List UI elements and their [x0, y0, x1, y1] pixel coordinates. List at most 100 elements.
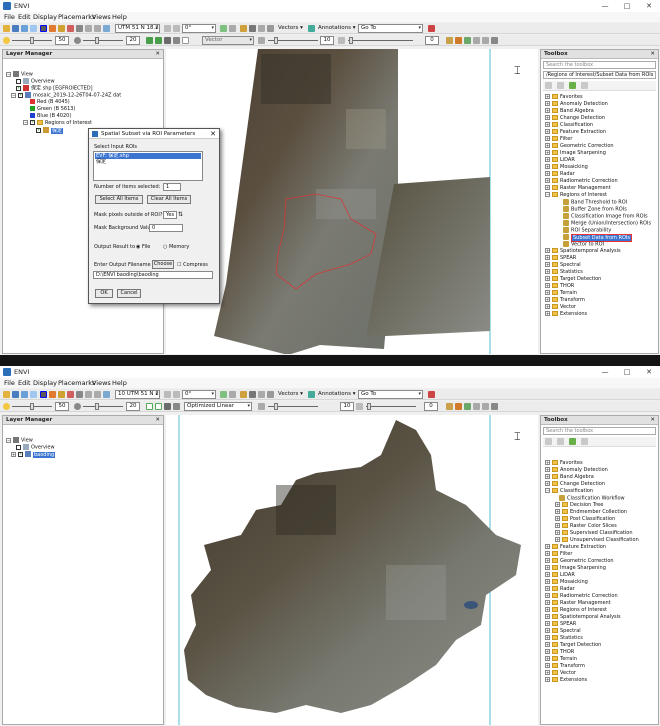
menu-edit[interactable]: Edit	[18, 13, 31, 21]
data-manager-icon[interactable]	[21, 25, 28, 32]
output-file-radio[interactable]: ◉ File	[136, 244, 150, 250]
toolbox-close-icon[interactable]: ✕	[650, 416, 655, 425]
zoom-icon[interactable]	[76, 25, 83, 32]
toolbox-item[interactable]: + Vector	[545, 304, 576, 311]
open-icon[interactable]	[3, 391, 10, 398]
toolbox-item[interactable]: + Image Sharpening	[545, 565, 606, 572]
select-icon[interactable]	[40, 391, 47, 398]
toolbox-item[interactable]: + Radar	[545, 171, 575, 178]
maximize-button[interactable]: □	[616, 366, 638, 378]
zoom-out-icon[interactable]	[94, 391, 101, 398]
contrast-slider[interactable]	[83, 406, 123, 407]
image-view-top[interactable]	[166, 49, 538, 354]
toolbox-item[interactable]: + Radiometric Correction	[545, 178, 618, 185]
annotation-icon[interactable]	[308, 25, 315, 32]
fly-icon[interactable]	[58, 391, 65, 398]
open-icon[interactable]	[3, 25, 10, 32]
data-manager-icon[interactable]	[21, 391, 28, 398]
rotation-select[interactable]: 0° ▾	[182, 390, 216, 399]
annotation-icon[interactable]	[308, 391, 315, 398]
menu-display[interactable]: Display	[33, 379, 57, 387]
toolbox-item[interactable]: + Band Algebra	[545, 108, 594, 115]
toolbox-item[interactable]: + Image Sharpening	[545, 150, 606, 157]
transparency-slider-knob[interactable]	[349, 37, 353, 44]
toolbox-item[interactable]: + Transform	[545, 663, 585, 670]
toolbox-item[interactable]: + Raster Management	[545, 600, 611, 607]
toolbox-search-input[interactable]: Search the toolbox	[543, 427, 656, 435]
dialog-close-icon[interactable]: ✕	[210, 129, 216, 139]
swipe-icon[interactable]	[473, 37, 480, 44]
toolbox-item[interactable]: + Post Classification	[555, 516, 615, 523]
toolbox-item[interactable]: + Classification	[545, 122, 593, 129]
band-red[interactable]: Red (B 4045)	[30, 99, 70, 106]
toolbox-item[interactable]: + Feature Extraction	[545, 544, 606, 551]
toolbox-item[interactable]: + Spectral	[545, 628, 581, 635]
toolbox-item[interactable]: + Unsupervised Classification	[555, 537, 639, 544]
toolbox-item[interactable]: + LiDAR	[545, 157, 575, 164]
brightness-slider-knob[interactable]	[30, 403, 34, 410]
chart-icon-2[interactable]	[455, 403, 462, 410]
contrast-value[interactable]: 20	[126, 36, 140, 45]
toolbox-run-icon[interactable]	[569, 82, 576, 89]
toolbox-item[interactable]: + Spectral	[545, 262, 581, 269]
goto-field[interactable]: Go To ▾	[358, 390, 423, 399]
measure-icon[interactable]	[249, 25, 256, 32]
roi-icon[interactable]	[240, 25, 247, 32]
transparency-slider-knob[interactable]	[367, 403, 371, 410]
layer-icon[interactable]	[30, 391, 37, 398]
minimize-button[interactable]: —	[594, 366, 616, 378]
toolbox-item[interactable]: + Supervised Classification	[555, 530, 633, 537]
ok-button[interactable]: OK	[95, 289, 113, 298]
toolbox-item[interactable]: + Target Detection	[545, 276, 601, 283]
rotate-left-icon[interactable]	[164, 25, 171, 32]
rotate-right-icon[interactable]	[173, 391, 180, 398]
toolbox-item[interactable]: + Anomaly Detection	[545, 101, 608, 108]
rotation-select[interactable]: 0° ▾	[182, 24, 216, 33]
stretch-icon[interactable]	[146, 37, 153, 44]
annotations-menu[interactable]: Annotations ▾	[318, 25, 356, 31]
menu-placemarks[interactable]: Placemarks	[58, 13, 95, 21]
toolbox-forward-icon[interactable]	[557, 438, 564, 445]
transparency-value[interactable]: 0	[425, 36, 439, 45]
sharpen-value[interactable]: 10	[340, 402, 354, 411]
toolbox-item[interactable]: + THOR	[545, 283, 574, 290]
toolbox-item[interactable]: + Change Detection	[545, 481, 605, 488]
output-memory-radio[interactable]: ○ Memory	[163, 244, 189, 250]
close-icon[interactable]: ✕	[155, 50, 160, 59]
chart-icon[interactable]	[446, 403, 453, 410]
fly-icon[interactable]	[58, 25, 65, 32]
grid-icon[interactable]	[182, 37, 189, 44]
brightness-value[interactable]: 50	[55, 36, 69, 45]
roi-icon[interactable]	[240, 391, 247, 398]
roi-list-item-evf[interactable]: EVF: 保定.shp	[95, 153, 201, 159]
close-icon[interactable]: ✕	[155, 416, 160, 425]
toolbox-item[interactable]: + Statistics	[545, 635, 583, 642]
filename-field[interactable]: D:\ENVI baoding\baoding	[93, 271, 213, 279]
portal-icon[interactable]	[258, 25, 265, 32]
projection-select[interactable]: UTM 51 N 18.2 ▾	[115, 24, 160, 33]
toolbox-item[interactable]: + Decision Tree	[555, 502, 603, 509]
stretch-icon-2[interactable]	[155, 37, 162, 44]
toggle-arrows-icon[interactable]: ⇅	[178, 211, 183, 218]
cursor-icon[interactable]	[229, 391, 236, 398]
rotate-right-icon[interactable]	[173, 25, 180, 32]
zoom-out-icon[interactable]	[94, 25, 101, 32]
sharpen-slider-knob[interactable]	[274, 403, 278, 410]
blend-icon[interactable]	[491, 403, 498, 410]
swipe-icon[interactable]	[473, 403, 480, 410]
crosshair-icon[interactable]	[220, 391, 227, 398]
brightness-slider-knob[interactable]	[30, 37, 34, 44]
roi-listbox[interactable]: EVF: 保定.shp 保定	[93, 151, 203, 181]
rotate-left-icon[interactable]	[164, 391, 171, 398]
toolbox-item[interactable]: + Feature Extraction	[545, 129, 606, 136]
toolbox-item[interactable]: + Target Detection	[545, 642, 601, 649]
zoom-in-icon[interactable]	[85, 391, 92, 398]
toolbox-item[interactable]: + Raster Management	[545, 185, 611, 192]
goto-icon[interactable]	[428, 391, 435, 398]
zoom-icon[interactable]	[76, 391, 83, 398]
toolbox-item[interactable]: + LiDAR	[545, 572, 575, 579]
toolbox-close-icon[interactable]: ✕	[650, 50, 655, 59]
toolbox-item[interactable]: + Terrain	[545, 656, 577, 663]
toolbox-item[interactable]: + Raster Color Slices	[555, 523, 617, 530]
crosshair-icon[interactable]	[220, 25, 227, 32]
